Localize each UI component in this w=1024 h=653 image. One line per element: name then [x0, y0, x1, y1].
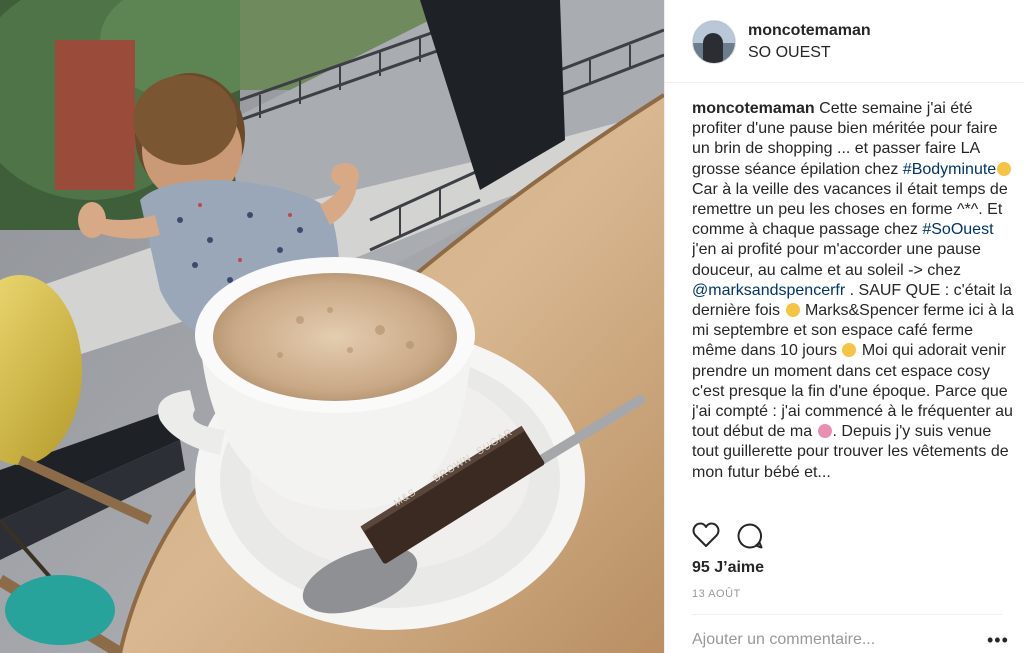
sad-emoji-icon [785, 303, 800, 318]
comment-icon[interactable] [736, 522, 764, 550]
likes-count[interactable]: 95 J’aime [692, 559, 764, 577]
mention-marksandspencerfr[interactable]: @marksandspencerfr [692, 282, 845, 299]
caption-text-8: bébé et... [764, 463, 831, 481]
hashtag-bodyminute[interactable]: #Bodyminute [903, 161, 996, 178]
post-photo[interactable]: M&S BROWN SUGAR [0, 0, 664, 653]
caption-text-3: j'en ai profité pour m'accorder une paus… [692, 241, 981, 279]
post-date: 13 AOÛT [692, 588, 741, 600]
post-username[interactable]: moncotemaman [748, 22, 871, 40]
worried-emoji-icon [842, 343, 857, 358]
divider [692, 614, 1002, 615]
photo-illustration [0, 0, 664, 653]
post-caption: moncotemaman Cette semaine j'ai été prof… [692, 99, 1016, 509]
post-sidebar: moncotemaman SO OUEST moncotemaman Cette… [664, 0, 1024, 653]
comment-input[interactable]: Ajouter un commentaire... [692, 631, 875, 649]
post-location[interactable]: SO OUEST [748, 44, 831, 62]
heart-icon[interactable] [692, 522, 720, 548]
pregnant-emoji-icon [817, 424, 832, 439]
hashtag-soouest[interactable]: #SoOuest [922, 221, 993, 238]
caption-username[interactable]: moncotemaman [692, 100, 815, 117]
instagram-post: M&S BROWN SUGAR moncotemaman SO OUEST mo… [0, 0, 1024, 653]
post-header: moncotemaman SO OUEST [665, 0, 1024, 83]
smile-emoji-icon [997, 161, 1012, 176]
more-options-icon[interactable]: ••• [987, 630, 1009, 651]
avatar[interactable] [692, 20, 736, 64]
